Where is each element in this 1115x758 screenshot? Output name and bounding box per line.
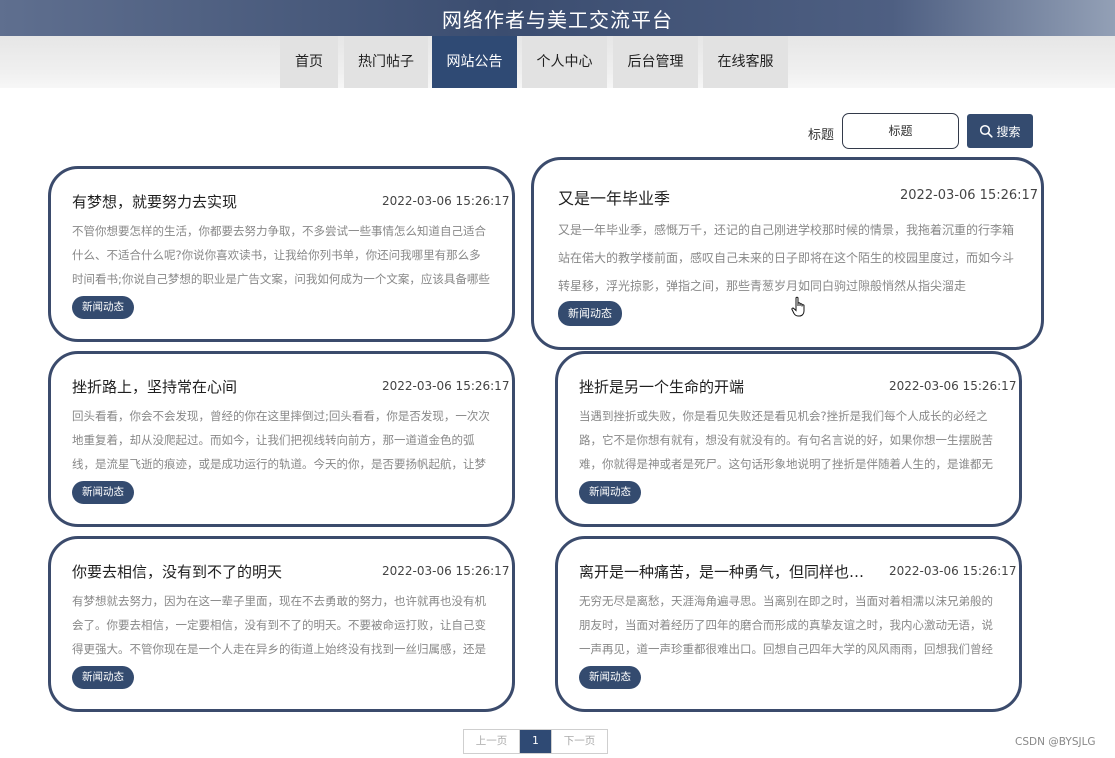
post-tag[interactable]: 新闻动态: [579, 666, 641, 689]
hand-cursor-icon: [791, 296, 805, 317]
post-date: 2022-03-06 15:26:17: [382, 194, 510, 208]
post-card[interactable]: 离开是一种痛苦，是一种勇气，但同样也是一种希望 2022-03-06 15:26…: [555, 536, 1022, 712]
search-icon: [980, 124, 994, 138]
post-card[interactable]: 挫折是另一个生命的开端 2022-03-06 15:26:17 当遇到挫折或失败…: [555, 351, 1022, 527]
post-excerpt: 有梦想就去努力，因为在这一辈子里面，现在不去勇敢的努力，也许就再也没有机会了。你…: [72, 594, 486, 656]
post-excerpt: 又是一年毕业季，感慨万千，还记的自己刚进学校那时候的情景，我拖着沉重的行李箱站在…: [558, 223, 1015, 293]
post-tag[interactable]: 新闻动态: [72, 296, 134, 319]
post-date: 2022-03-06 15:26:17: [382, 564, 510, 578]
post-tag[interactable]: 新闻动态: [72, 666, 134, 689]
post-date: 2022-03-06 15:26:17: [889, 564, 1017, 578]
post-title[interactable]: 你要去相信，没有到不了的明天: [72, 561, 352, 582]
watermark: CSDN @BYSJLG: [1015, 736, 1096, 748]
nav-item-admin[interactable]: 后台管理: [613, 36, 698, 88]
post-tag[interactable]: 新闻动态: [579, 481, 641, 504]
prev-page-button[interactable]: 上一页: [464, 730, 520, 753]
nav-item-customer-service[interactable]: 在线客服: [703, 36, 788, 88]
next-page-button[interactable]: 下一页: [551, 730, 607, 753]
search-button-label: 搜索: [996, 124, 1021, 139]
page-number-button[interactable]: 1: [520, 730, 551, 753]
pagination: 上一页 1 下一页: [463, 729, 608, 754]
nav-item-home[interactable]: 首页: [280, 36, 338, 88]
nav-item-announcements[interactable]: 网站公告: [432, 36, 517, 88]
post-tag[interactable]: 新闻动态: [558, 301, 622, 326]
post-title[interactable]: 有梦想，就要努力去实现: [72, 191, 352, 212]
post-card[interactable]: 挫折路上，坚持常在心间 2022-03-06 15:26:17 回头看看，你会不…: [48, 351, 515, 527]
post-excerpt: 回头看看，你会不会发现，曾经的你在这里摔倒过;回头看看，你是否发现，一次次地重复…: [72, 409, 490, 471]
nav-item-personal-center[interactable]: 个人中心: [522, 36, 607, 88]
post-excerpt: 不管你想要怎样的生活，你都要去努力争取，不多尝试一些事情怎么知道自己适合什么、不…: [72, 224, 490, 286]
main-nav: 首页 热门帖子 网站公告 个人中心 后台管理 在线客服: [0, 36, 1115, 88]
post-card[interactable]: 又是一年毕业季 2022-03-06 15:26:17 又是一年毕业季，感慨万千…: [531, 157, 1044, 350]
search-label: 标题: [808, 128, 835, 143]
post-excerpt: 无穷无尽是离愁，天涯海角遍寻思。当离别在即之时，当面对着相濡以沫兄弟般的朋友时，…: [579, 594, 993, 656]
nav-item-hot-posts[interactable]: 热门帖子: [344, 36, 428, 88]
post-title[interactable]: 又是一年毕业季: [558, 185, 858, 209]
site-title: 网络作者与美工交流平台: [442, 8, 673, 32]
post-tag[interactable]: 新闻动态: [72, 481, 134, 504]
post-card[interactable]: 你要去相信，没有到不了的明天 2022-03-06 15:26:17 有梦想就去…: [48, 536, 515, 712]
search-button[interactable]: 搜索: [967, 114, 1033, 148]
post-excerpt: 当遇到挫折或失败，你是看见失败还是看见机会?挫折是我们每个人成长的必经之路，它不…: [579, 409, 993, 471]
app-header: 网络作者与美工交流平台: [0, 0, 1115, 36]
post-date: 2022-03-06 15:26:17: [889, 379, 1017, 393]
post-date: 2022-03-06 15:26:17: [900, 188, 1039, 203]
post-card[interactable]: 有梦想，就要努力去实现 2022-03-06 15:26:17 不管你想要怎样的…: [48, 166, 515, 342]
post-title[interactable]: 挫折路上，坚持常在心间: [72, 376, 352, 397]
search-input[interactable]: [842, 113, 959, 149]
post-title[interactable]: 离开是一种痛苦，是一种勇气，但同样也是一种希望: [579, 561, 879, 582]
post-date: 2022-03-06 15:26:17: [382, 379, 510, 393]
post-title[interactable]: 挫折是另一个生命的开端: [579, 376, 859, 397]
